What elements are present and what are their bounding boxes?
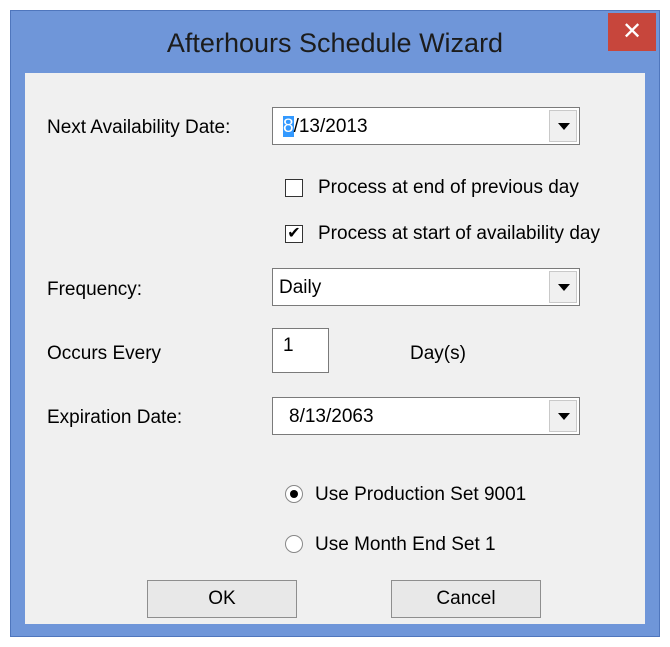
dropdown-button[interactable] (549, 110, 577, 142)
use-month-end-set-label[interactable]: Use Month End Set 1 (315, 534, 496, 556)
close-button[interactable]: ✕ (608, 13, 656, 51)
chevron-down-icon (558, 413, 570, 420)
occurs-every-unit: Day(s) (410, 343, 466, 364)
dropdown-button[interactable] (549, 400, 577, 432)
next-availability-label: Next Availability Date: (47, 117, 231, 138)
frequency-value: Daily (279, 277, 322, 298)
checkmark-icon: ✔ (287, 225, 301, 242)
chevron-down-icon (558, 284, 570, 291)
close-icon: ✕ (621, 18, 643, 45)
window-title: Afterhours Schedule Wizard (166, 28, 504, 58)
dialog-body: Next Availability Date: 8/13/2013 Proces… (25, 73, 645, 624)
frequency-label: Frequency: (47, 279, 143, 300)
date-remaining-segment: /13/2013 (293, 116, 368, 137)
use-month-end-set-radio[interactable] (285, 535, 303, 553)
wizard-window: Afterhours Schedule Wizard ✕ Next Availa… (10, 10, 660, 637)
dropdown-button[interactable] (549, 271, 577, 303)
next-availability-value[interactable]: 8/13/2013 (283, 116, 368, 138)
ok-button[interactable]: OK (147, 580, 297, 618)
date-selected-segment: 8 (283, 116, 294, 137)
title-bar[interactable]: Afterhours Schedule Wizard ✕ (11, 11, 659, 73)
chevron-down-icon (558, 123, 570, 130)
expiration-date-label: Expiration Date: (47, 407, 183, 428)
cancel-button[interactable]: Cancel (391, 580, 541, 618)
next-availability-date-combo[interactable]: 8/13/2013 (272, 107, 580, 145)
process-start-availability-day-checkbox[interactable]: ✔ (285, 225, 303, 243)
occurs-every-value: 1 (283, 335, 294, 356)
use-production-set-radio[interactable] (285, 485, 303, 503)
process-end-previous-day-checkbox[interactable] (285, 179, 303, 197)
frequency-combo[interactable]: Daily (272, 268, 580, 306)
expiration-date-value: 8/13/2063 (289, 406, 374, 427)
process-start-availability-day-label[interactable]: Process at start of availability day (318, 223, 600, 245)
radio-selected-dot (290, 490, 298, 498)
occurs-every-label: Occurs Every (47, 343, 162, 364)
process-end-previous-day-label[interactable]: Process at end of previous day (318, 177, 579, 199)
expiration-date-combo[interactable]: 8/13/2063 (272, 397, 580, 435)
use-production-set-label[interactable]: Use Production Set 9001 (315, 484, 526, 506)
occurs-every-input[interactable]: 1 (272, 328, 329, 373)
